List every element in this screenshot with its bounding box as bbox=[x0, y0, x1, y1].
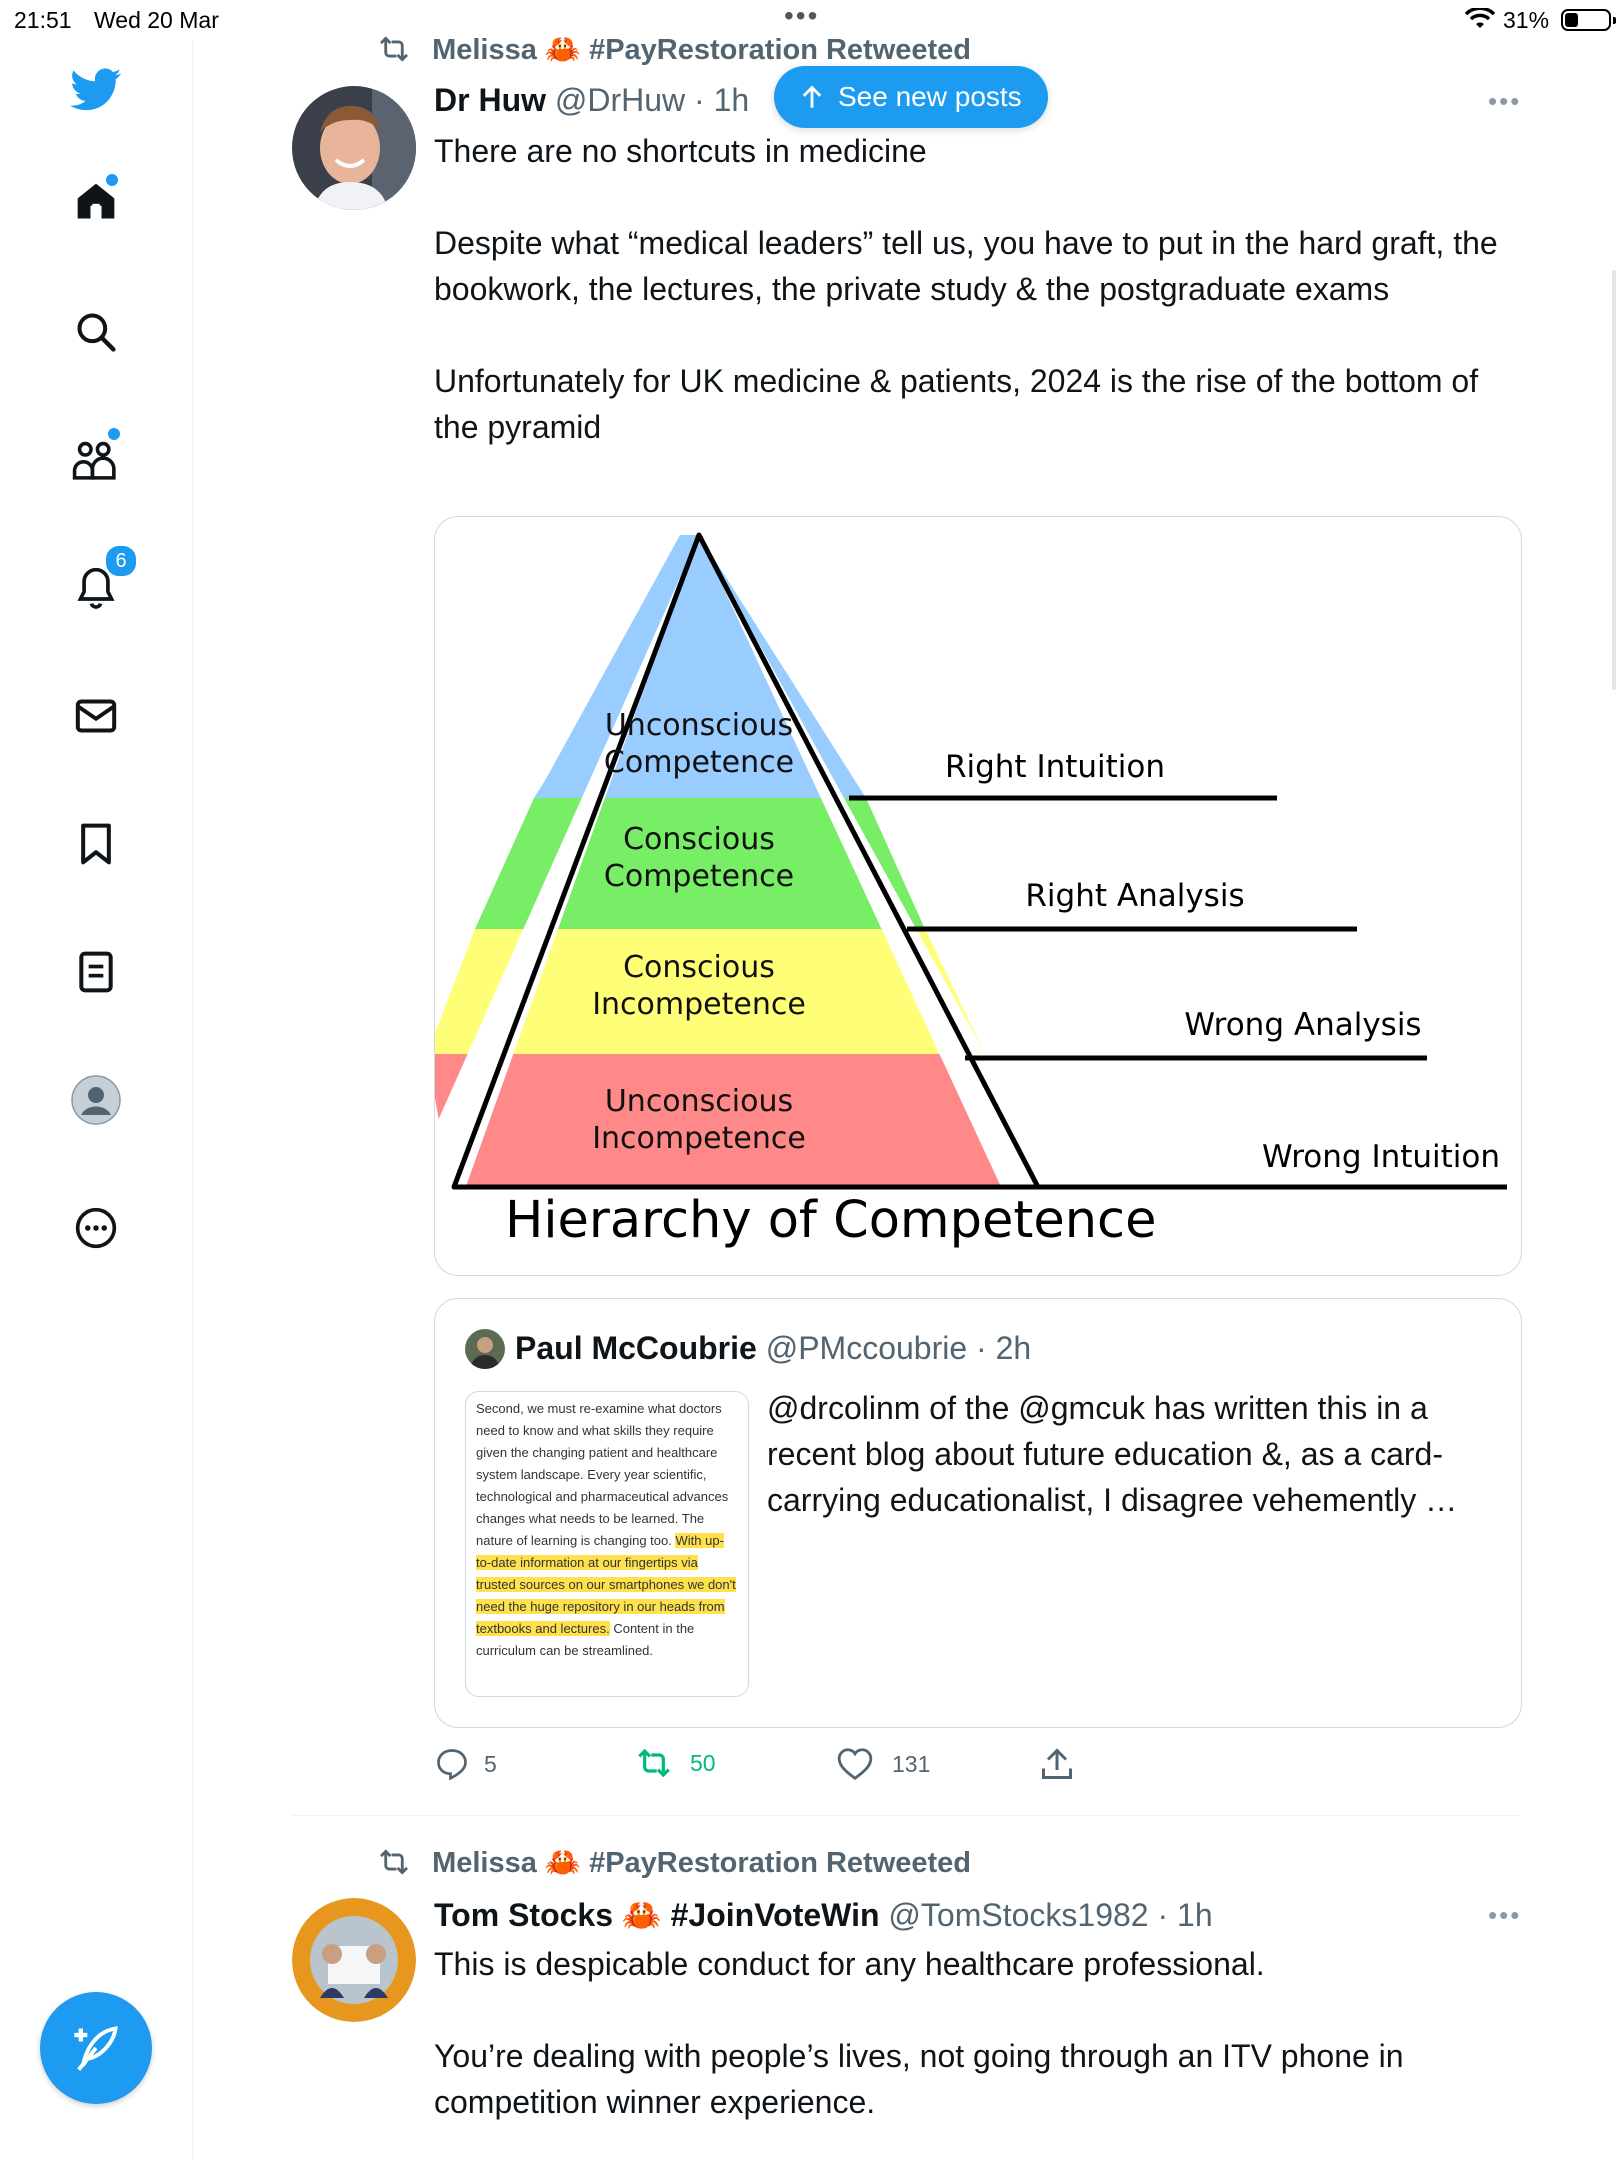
side-label-1: Right Intuition bbox=[945, 749, 1165, 785]
heart-icon bbox=[837, 1748, 873, 1781]
bookmark-icon[interactable] bbox=[58, 806, 134, 882]
author-name-2[interactable]: Tom Stocks 🦀 #JoinVoteWin bbox=[434, 1897, 880, 1933]
status-time: 21:51 bbox=[14, 7, 72, 33]
retweeted-by-label: Melissa 🦀 #PayRestoration Retweeted bbox=[432, 34, 972, 66]
tweet-more-menu-icon[interactable]: ••• bbox=[1488, 1900, 1521, 1931]
author-line-2[interactable]: Tom Stocks 🦀 #JoinVoteWin @TomStocks1982… bbox=[434, 1896, 1213, 1934]
compose-tweet-button[interactable] bbox=[40, 1992, 152, 2104]
scrollbar[interactable] bbox=[1612, 270, 1616, 690]
communities-badge-dot bbox=[106, 426, 122, 442]
side-label-3: Wrong Analysis bbox=[1184, 1007, 1421, 1043]
reply-button[interactable]: 5 bbox=[434, 1746, 497, 1782]
notifications-bell-icon[interactable]: 6 bbox=[58, 544, 138, 626]
lists-icon[interactable] bbox=[58, 934, 134, 1010]
retweeted-by-label: Melissa 🦀 #PayRestoration Retweeted bbox=[432, 1847, 972, 1879]
level3-line1: Conscious bbox=[623, 950, 775, 985]
side-label-4: Wrong Intuition bbox=[1262, 1139, 1500, 1175]
quote-thumbnail[interactable]: Second, we must re-examine what doctors … bbox=[465, 1391, 749, 1697]
reply-count: 5 bbox=[484, 1750, 497, 1777]
search-icon[interactable] bbox=[58, 294, 134, 370]
messages-envelope-icon[interactable] bbox=[58, 678, 134, 754]
tweet-more-menu-icon[interactable]: ••• bbox=[1488, 86, 1521, 117]
thumb-highlight-text: With up-to-date information at our finge… bbox=[476, 1533, 736, 1636]
author-avatar[interactable] bbox=[292, 86, 416, 210]
level1-line1: Unconscious bbox=[605, 708, 793, 743]
hierarchy-pyramid-image: Unconscious Competence Conscious Compete… bbox=[435, 532, 1507, 1250]
author-name[interactable]: Dr Huw bbox=[434, 82, 546, 118]
author-avatar-2[interactable] bbox=[292, 1898, 416, 2022]
see-new-posts-label: See new posts bbox=[838, 81, 1022, 112]
home-badge-dot bbox=[104, 172, 120, 188]
retweet-small-icon bbox=[376, 1847, 420, 1879]
level2-line1: Conscious bbox=[623, 822, 775, 857]
like-button[interactable]: 131 bbox=[836, 1746, 930, 1782]
battery-percent: 31% bbox=[1503, 7, 1550, 33]
retweet-context[interactable]: Melissa 🦀 #PayRestoration Retweeted bbox=[376, 33, 971, 67]
retweet-context-2[interactable]: Melissa 🦀 #PayRestoration Retweeted bbox=[376, 1846, 971, 1880]
profile-avatar-icon[interactable] bbox=[58, 1062, 134, 1138]
thumb-plain-text: Second, we must re-examine what doctors … bbox=[476, 1401, 729, 1548]
home-icon[interactable] bbox=[58, 164, 134, 240]
quote-author-line[interactable]: Paul McCoubrie @PMccoubrie · 2h bbox=[515, 1330, 1031, 1367]
tweet-body: There are no shortcuts in medicine Despi… bbox=[434, 133, 1498, 445]
battery-icon bbox=[1561, 9, 1616, 31]
level2-line2: Competence bbox=[604, 859, 794, 894]
share-button[interactable] bbox=[1040, 1746, 1074, 1788]
share-icon bbox=[1042, 1748, 1072, 1779]
twitter-logo-icon[interactable] bbox=[58, 52, 134, 128]
reply-icon bbox=[437, 1749, 467, 1781]
retweet-icon bbox=[638, 1748, 670, 1778]
quote-body: @drcolinm of the @gmcuk has written this… bbox=[767, 1390, 1458, 1518]
quote-author-name[interactable]: Paul McCoubrie bbox=[515, 1330, 757, 1366]
wifi-icon bbox=[1464, 6, 1496, 36]
tweet-image-card[interactable]: Unconscious Competence Conscious Compete… bbox=[434, 516, 1522, 1276]
level3-line2: Incompetence bbox=[592, 987, 806, 1022]
level4-line2: Incompetence bbox=[592, 1121, 806, 1156]
tweet-divider bbox=[292, 1815, 1520, 1816]
notification-count-badge: 6 bbox=[104, 544, 138, 578]
see-new-posts-button[interactable]: See new posts bbox=[774, 66, 1048, 128]
status-date: Wed 20 Mar bbox=[94, 7, 219, 33]
retweet-count: 50 bbox=[690, 1749, 716, 1776]
quote-author-handle[interactable]: @PMccoubrie · 2h bbox=[766, 1330, 1031, 1366]
retweet-small-icon bbox=[376, 34, 420, 66]
communities-icon[interactable] bbox=[58, 422, 134, 498]
author-line[interactable]: Dr Huw @DrHuw · 1h bbox=[434, 82, 749, 119]
level4-line1: Unconscious bbox=[605, 1084, 793, 1119]
multitasking-dots-icon[interactable]: ••• bbox=[784, 0, 819, 32]
retweet-button[interactable]: 50 bbox=[634, 1746, 716, 1780]
like-count: 131 bbox=[892, 1750, 931, 1777]
tweet-body-2: This is despicable conduct for any healt… bbox=[434, 1946, 1404, 2120]
author-handle[interactable]: @DrHuw · 1h bbox=[555, 82, 749, 118]
quote-author-avatar[interactable] bbox=[465, 1329, 505, 1369]
more-options-icon[interactable] bbox=[58, 1190, 134, 1266]
side-label-2: Right Analysis bbox=[1025, 878, 1244, 914]
author-handle-2[interactable]: @TomStocks1982 · 1h bbox=[888, 1897, 1212, 1933]
quoted-tweet-card[interactable]: Paul McCoubrie @PMccoubrie · 2h Second, … bbox=[434, 1298, 1522, 1728]
pyramid-title: Hierarchy of Competence bbox=[505, 1191, 1156, 1250]
level1-line2: Competence bbox=[604, 745, 794, 780]
